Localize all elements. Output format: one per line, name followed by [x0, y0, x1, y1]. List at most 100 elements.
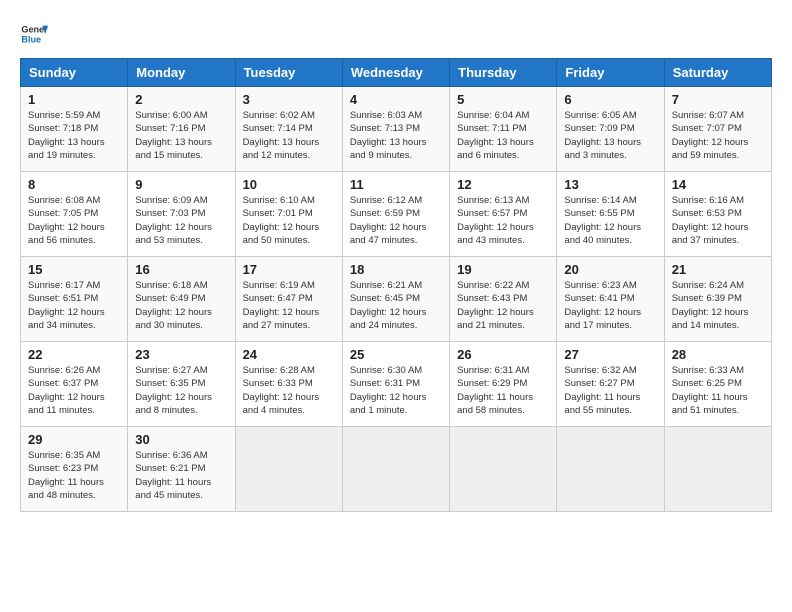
calendar-cell: 6Sunrise: 6:05 AM Sunset: 7:09 PM Daylig…	[557, 87, 664, 172]
day-number: 26	[457, 347, 549, 362]
day-detail: Sunrise: 6:33 AM Sunset: 6:25 PM Dayligh…	[672, 364, 764, 417]
day-detail: Sunrise: 6:21 AM Sunset: 6:45 PM Dayligh…	[350, 279, 442, 332]
day-number: 19	[457, 262, 549, 277]
day-detail: Sunrise: 6:10 AM Sunset: 7:01 PM Dayligh…	[243, 194, 335, 247]
day-number: 13	[564, 177, 656, 192]
day-detail: Sunrise: 6:05 AM Sunset: 7:09 PM Dayligh…	[564, 109, 656, 162]
day-detail: Sunrise: 6:26 AM Sunset: 6:37 PM Dayligh…	[28, 364, 120, 417]
day-detail: Sunrise: 6:16 AM Sunset: 6:53 PM Dayligh…	[672, 194, 764, 247]
day-detail: Sunrise: 6:32 AM Sunset: 6:27 PM Dayligh…	[564, 364, 656, 417]
day-detail: Sunrise: 6:03 AM Sunset: 7:13 PM Dayligh…	[350, 109, 442, 162]
day-number: 20	[564, 262, 656, 277]
calendar-cell	[557, 427, 664, 512]
day-detail: Sunrise: 6:13 AM Sunset: 6:57 PM Dayligh…	[457, 194, 549, 247]
day-number: 15	[28, 262, 120, 277]
calendar-cell	[342, 427, 449, 512]
day-number: 23	[135, 347, 227, 362]
calendar-cell: 23 Sunrise: 6:27 AM Sunset: 6:35 PM Dayli…	[128, 342, 235, 427]
calendar-week-5: 29 Sunrise: 6:35 AM Sunset: 6:23 PM Dayli…	[21, 427, 772, 512]
calendar-cell: 4Sunrise: 6:03 AM Sunset: 7:13 PM Daylig…	[342, 87, 449, 172]
calendar-cell: 15 Sunrise: 6:17 AM Sunset: 6:51 PM Dayli…	[21, 257, 128, 342]
day-number: 11	[350, 177, 442, 192]
day-number: 27	[564, 347, 656, 362]
calendar-cell: 2Sunrise: 6:00 AM Sunset: 7:16 PM Daylig…	[128, 87, 235, 172]
day-detail: Sunrise: 6:28 AM Sunset: 6:33 PM Dayligh…	[243, 364, 335, 417]
day-number: 1	[28, 92, 120, 107]
calendar-cell: 14 Sunrise: 6:16 AM Sunset: 6:53 PM Dayli…	[664, 172, 771, 257]
calendar-cell: 12 Sunrise: 6:13 AM Sunset: 6:57 PM Dayli…	[450, 172, 557, 257]
day-detail: Sunrise: 6:22 AM Sunset: 6:43 PM Dayligh…	[457, 279, 549, 332]
calendar-cell: 24 Sunrise: 6:28 AM Sunset: 6:33 PM Dayli…	[235, 342, 342, 427]
calendar-week-2: 8 Sunrise: 6:08 AM Sunset: 7:05 PM Daylig…	[21, 172, 772, 257]
header-tuesday: Tuesday	[235, 59, 342, 87]
calendar-cell: 20 Sunrise: 6:23 AM Sunset: 6:41 PM Dayli…	[557, 257, 664, 342]
day-number: 8	[28, 177, 120, 192]
calendar-cell: 26 Sunrise: 6:31 AM Sunset: 6:29 PM Dayli…	[450, 342, 557, 427]
day-number: 21	[672, 262, 764, 277]
day-detail: Sunrise: 6:30 AM Sunset: 6:31 PM Dayligh…	[350, 364, 442, 417]
calendar-cell	[450, 427, 557, 512]
logo: General Blue	[20, 20, 52, 48]
day-number: 25	[350, 347, 442, 362]
day-detail: Sunrise: 6:23 AM Sunset: 6:41 PM Dayligh…	[564, 279, 656, 332]
header-wednesday: Wednesday	[342, 59, 449, 87]
day-detail: Sunrise: 6:14 AM Sunset: 6:55 PM Dayligh…	[564, 194, 656, 247]
day-detail: Sunrise: 6:12 AM Sunset: 6:59 PM Dayligh…	[350, 194, 442, 247]
day-number: 16	[135, 262, 227, 277]
calendar-cell	[235, 427, 342, 512]
calendar-table: SundayMondayTuesdayWednesdayThursdayFrid…	[20, 58, 772, 512]
header-friday: Friday	[557, 59, 664, 87]
calendar-cell: 5 Sunrise: 6:04 AM Sunset: 7:11 PM Daylig…	[450, 87, 557, 172]
calendar-cell: 21 Sunrise: 6:24 AM Sunset: 6:39 PM Dayli…	[664, 257, 771, 342]
day-detail: Sunrise: 6:18 AM Sunset: 6:49 PM Dayligh…	[135, 279, 227, 332]
day-number: 5	[457, 92, 549, 107]
calendar-cell: 8 Sunrise: 6:08 AM Sunset: 7:05 PM Daylig…	[21, 172, 128, 257]
day-number: 12	[457, 177, 549, 192]
logo-icon: General Blue	[20, 20, 48, 48]
day-number: 3	[243, 92, 335, 107]
calendar-cell: 29 Sunrise: 6:35 AM Sunset: 6:23 PM Dayli…	[21, 427, 128, 512]
calendar-cell: 18 Sunrise: 6:21 AM Sunset: 6:45 PM Dayli…	[342, 257, 449, 342]
day-detail: Sunrise: 6:04 AM Sunset: 7:11 PM Dayligh…	[457, 109, 549, 162]
day-detail: Sunrise: 6:31 AM Sunset: 6:29 PM Dayligh…	[457, 364, 549, 417]
day-number: 30	[135, 432, 227, 447]
calendar-cell: 3Sunrise: 6:02 AM Sunset: 7:14 PM Daylig…	[235, 87, 342, 172]
calendar-cell: 30 Sunrise: 6:36 AM Sunset: 6:21 PM Dayli…	[128, 427, 235, 512]
day-detail: Sunrise: 6:09 AM Sunset: 7:03 PM Dayligh…	[135, 194, 227, 247]
day-detail: Sunrise: 6:00 AM Sunset: 7:16 PM Dayligh…	[135, 109, 227, 162]
calendar-cell: 27 Sunrise: 6:32 AM Sunset: 6:27 PM Dayli…	[557, 342, 664, 427]
calendar-cell: 22 Sunrise: 6:26 AM Sunset: 6:37 PM Dayli…	[21, 342, 128, 427]
day-number: 28	[672, 347, 764, 362]
calendar-cell	[664, 427, 771, 512]
calendar-cell: 1 Sunrise: 5:59 AM Sunset: 7:18 PM Daylig…	[21, 87, 128, 172]
calendar-week-1: 1 Sunrise: 5:59 AM Sunset: 7:18 PM Daylig…	[21, 87, 772, 172]
calendar-header-row: SundayMondayTuesdayWednesdayThursdayFrid…	[21, 59, 772, 87]
calendar-week-4: 22 Sunrise: 6:26 AM Sunset: 6:37 PM Dayli…	[21, 342, 772, 427]
day-detail: Sunrise: 6:07 AM Sunset: 7:07 PM Dayligh…	[672, 109, 764, 162]
day-detail: Sunrise: 6:35 AM Sunset: 6:23 PM Dayligh…	[28, 449, 120, 502]
day-number: 18	[350, 262, 442, 277]
day-number: 9	[135, 177, 227, 192]
day-detail: Sunrise: 6:27 AM Sunset: 6:35 PM Dayligh…	[135, 364, 227, 417]
day-detail: Sunrise: 6:36 AM Sunset: 6:21 PM Dayligh…	[135, 449, 227, 502]
calendar-cell: 7Sunrise: 6:07 AM Sunset: 7:07 PM Daylig…	[664, 87, 771, 172]
day-detail: Sunrise: 6:24 AM Sunset: 6:39 PM Dayligh…	[672, 279, 764, 332]
day-number: 24	[243, 347, 335, 362]
page-header: General Blue	[20, 20, 772, 48]
day-number: 14	[672, 177, 764, 192]
day-detail: Sunrise: 6:08 AM Sunset: 7:05 PM Dayligh…	[28, 194, 120, 247]
day-number: 22	[28, 347, 120, 362]
day-detail: Sunrise: 5:59 AM Sunset: 7:18 PM Dayligh…	[28, 109, 120, 162]
day-number: 29	[28, 432, 120, 447]
day-detail: Sunrise: 6:17 AM Sunset: 6:51 PM Dayligh…	[28, 279, 120, 332]
header-thursday: Thursday	[450, 59, 557, 87]
calendar-cell: 13 Sunrise: 6:14 AM Sunset: 6:55 PM Dayli…	[557, 172, 664, 257]
header-sunday: Sunday	[21, 59, 128, 87]
calendar-week-3: 15 Sunrise: 6:17 AM Sunset: 6:51 PM Dayli…	[21, 257, 772, 342]
calendar-cell: 16 Sunrise: 6:18 AM Sunset: 6:49 PM Dayli…	[128, 257, 235, 342]
calendar-cell: 11 Sunrise: 6:12 AM Sunset: 6:59 PM Dayli…	[342, 172, 449, 257]
calendar-cell: 28 Sunrise: 6:33 AM Sunset: 6:25 PM Dayli…	[664, 342, 771, 427]
calendar-cell: 19 Sunrise: 6:22 AM Sunset: 6:43 PM Dayli…	[450, 257, 557, 342]
day-number: 17	[243, 262, 335, 277]
day-number: 10	[243, 177, 335, 192]
